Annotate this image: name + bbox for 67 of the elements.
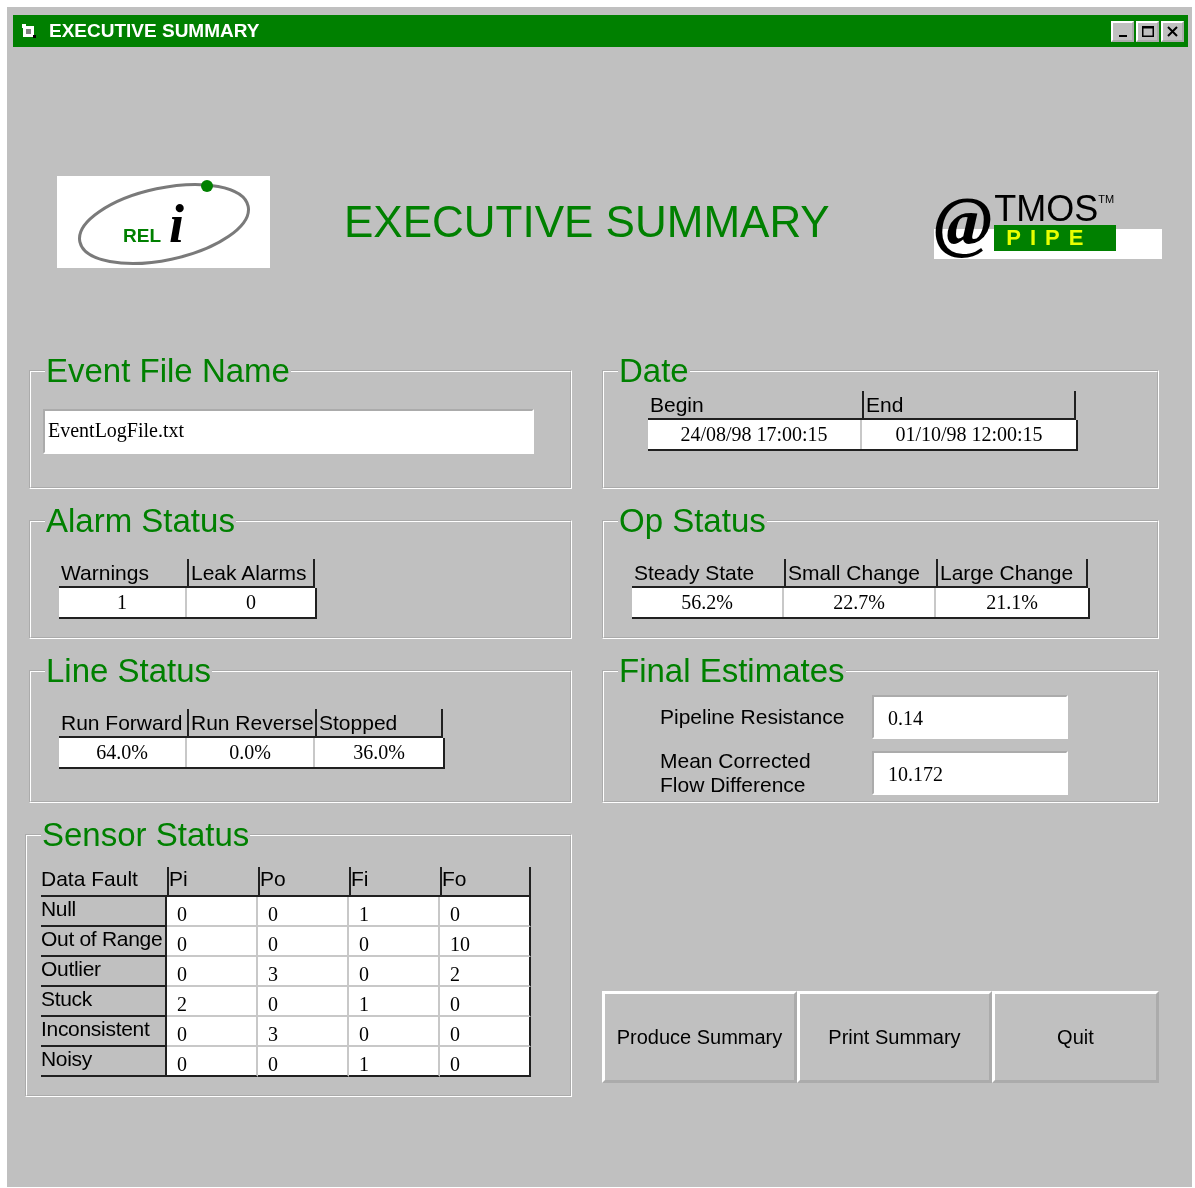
table-cell: 0 bbox=[440, 897, 531, 927]
table-cell-text: 0 bbox=[245, 590, 257, 615]
product-label: PIPE bbox=[994, 224, 1117, 251]
table-cell: 64.0% bbox=[59, 738, 187, 767]
table-cell: 0 bbox=[349, 957, 440, 987]
table-cell: 56.2% bbox=[632, 588, 784, 617]
table-cell: 22.7% bbox=[784, 588, 936, 617]
logo-letter: i bbox=[169, 193, 184, 254]
table-cell: 0 bbox=[258, 897, 349, 927]
table-cell: 2 bbox=[167, 987, 258, 1017]
file-name-field[interactable]: EventLogFile.txt bbox=[43, 409, 534, 454]
table-cell: 0 bbox=[167, 897, 258, 927]
group-title: Date bbox=[618, 353, 690, 389]
table-cell: 0 bbox=[440, 1047, 531, 1077]
group-title: Op Status bbox=[618, 503, 767, 539]
group-title: Alarm Status bbox=[45, 503, 236, 539]
close-icon bbox=[1167, 25, 1178, 37]
table-cell: 1 bbox=[349, 987, 440, 1017]
minimize-icon bbox=[1118, 34, 1127, 37]
group-title: Final Estimates bbox=[618, 653, 846, 689]
table-cell: 0 bbox=[349, 927, 440, 957]
table-cell: 0 bbox=[167, 957, 258, 987]
table-cell: 1 bbox=[349, 1047, 440, 1077]
app-icon bbox=[21, 23, 37, 39]
close-button[interactable] bbox=[1161, 20, 1184, 42]
dot-icon bbox=[201, 179, 213, 192]
page-heading: EXECUTIVE SUMMARY bbox=[344, 196, 831, 247]
value-field[interactable]: 10.172 bbox=[872, 751, 1068, 795]
table-cell: 0 bbox=[167, 1047, 258, 1077]
table-cell: 24/08/98 17:00:15 bbox=[648, 420, 862, 449]
table-cell: 0 bbox=[167, 1017, 258, 1047]
table-cell: 0 bbox=[167, 927, 258, 957]
table-cell: 3 bbox=[258, 1017, 349, 1047]
table-cell: 0 bbox=[440, 987, 531, 1017]
table-cell: 0 bbox=[258, 987, 349, 1017]
table-cell: 0.0% bbox=[187, 738, 315, 767]
table-cell: 3 bbox=[258, 957, 349, 987]
swoosh-icon bbox=[78, 182, 250, 265]
table-cell: 2 bbox=[440, 957, 531, 987]
group-title: Sensor Status bbox=[41, 817, 251, 853]
logo-text: TMOS bbox=[994, 192, 1099, 225]
table-cell: 10 bbox=[440, 927, 531, 957]
field-label: Mean Corrected Flow Difference bbox=[660, 749, 812, 797]
group-title: Line Status bbox=[45, 653, 213, 689]
minimize-button[interactable] bbox=[1111, 20, 1134, 42]
action-button[interactable]: Print Summary bbox=[796, 991, 992, 1083]
group-title: Event File Name bbox=[45, 353, 291, 389]
trademark-mark: TM bbox=[1098, 192, 1115, 205]
maximize-icon bbox=[1141, 25, 1154, 37]
table-cell-text: 21.1% bbox=[985, 590, 1039, 615]
field-label: Pipeline Resistance bbox=[660, 705, 846, 729]
table-cell: 0 bbox=[258, 927, 349, 957]
table-cell: 1 bbox=[349, 897, 440, 927]
column-header: Data Fault bbox=[41, 867, 167, 897]
maximize-button[interactable] bbox=[1136, 20, 1159, 42]
table-cell: 1 bbox=[59, 588, 187, 617]
table-cell-text: 01/10/98 12:00:15 bbox=[894, 422, 1044, 447]
window-title: EXECUTIVE SUMMARY bbox=[49, 20, 261, 42]
table-cell-text: 36.0% bbox=[352, 740, 406, 765]
table-cell: 0 bbox=[349, 1017, 440, 1047]
table-cell: 0 bbox=[440, 1017, 531, 1047]
value-field[interactable]: 0.14 bbox=[872, 695, 1068, 739]
logo-symbol: @ bbox=[934, 186, 993, 257]
table-cell: 0 bbox=[258, 1047, 349, 1077]
logo-text: REL bbox=[123, 224, 161, 246]
action-button[interactable]: Quit bbox=[991, 991, 1159, 1083]
action-button[interactable]: Produce Summary bbox=[602, 991, 797, 1083]
